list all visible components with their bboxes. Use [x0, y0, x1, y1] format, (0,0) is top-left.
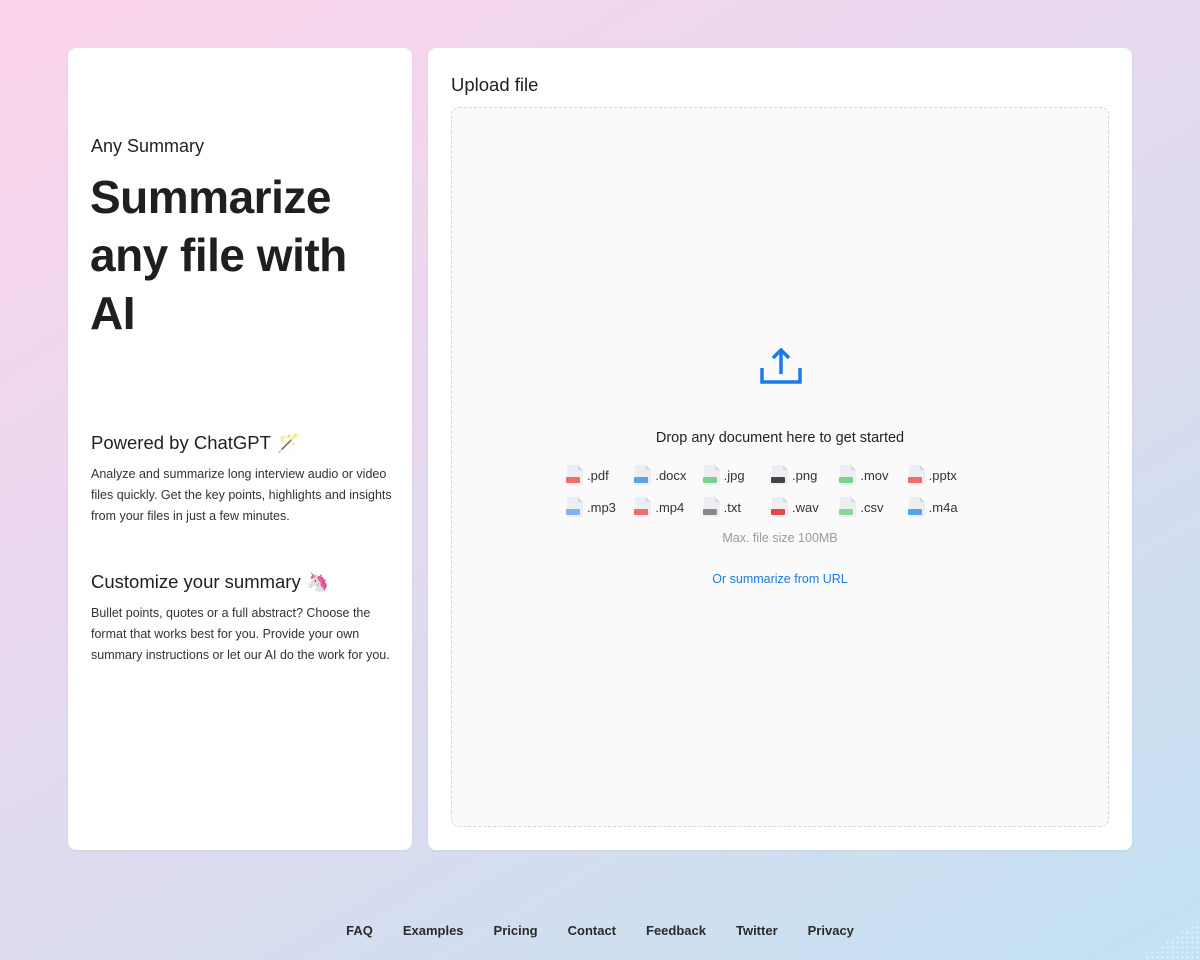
magic-wand-icon: 🪄 [276, 432, 300, 453]
file-type-item: .mp3 [566, 496, 635, 518]
drop-instructions: Drop any document here to get started [655, 430, 905, 446]
upload-panel: Upload file Drop any document here to ge… [428, 48, 1132, 850]
page-headline: Summarize any file with AI [90, 171, 347, 339]
file-type-label: .jpg [723, 467, 745, 483]
footer-link-privacy[interactable]: Privacy [808, 923, 854, 938]
footer-link-feedback[interactable]: Feedback [646, 923, 706, 938]
file-type-label: .png [792, 467, 818, 483]
footer-link-pricing[interactable]: Pricing [494, 923, 538, 938]
feature-title-text: Customize your summary [91, 571, 301, 592]
upload-title: Upload file [451, 74, 539, 95]
txt-file-icon [702, 497, 720, 517]
footer-link-twitter[interactable]: Twitter [736, 923, 778, 938]
mov-file-icon [839, 465, 857, 485]
file-type-label: .m4a [928, 499, 958, 515]
file-type-item: .jpg [702, 464, 772, 486]
summarize-from-url-link[interactable]: Or summarize from URL [452, 572, 1108, 586]
file-type-item: .m4a [907, 496, 977, 518]
mp3-file-icon [566, 497, 583, 517]
footer-link-faq[interactable]: FAQ [346, 923, 373, 938]
file-type-item: .png [771, 464, 840, 486]
docx-file-icon [634, 465, 652, 485]
wav-file-icon [771, 497, 788, 517]
feature-title-customize: Customize your summary 🦄 [91, 571, 329, 593]
file-types-row: .pdf .docx .jpg .png .mov .pptx [566, 464, 977, 486]
file-type-label: .txt [723, 499, 741, 515]
file-type-item: .mov [839, 464, 908, 486]
file-type-label: .wav [792, 499, 819, 515]
file-type-item: .docx [634, 464, 703, 486]
file-type-label: .mp4 [655, 499, 685, 515]
max-file-size: Max. file size 100MB [722, 531, 838, 545]
file-type-item: .mp4 [634, 496, 703, 518]
file-type-label: .mov [860, 467, 889, 483]
csv-file-icon [839, 497, 857, 517]
footer-link-contact[interactable]: Contact [568, 923, 616, 938]
brand-name: Any Summary [91, 136, 205, 156]
file-type-label: .pdf [587, 467, 609, 483]
m4a-file-icon [907, 497, 925, 517]
file-dropzone[interactable]: Drop any document here to get started .p… [451, 107, 1109, 827]
feature-body-customize: Bullet points, quotes or a full abstract… [91, 606, 390, 662]
pptx-file-icon [907, 465, 925, 485]
footer-nav: FAQ Examples Pricing Contact Feedback Twitter… [0, 923, 1200, 938]
footer-link-examples[interactable]: Examples [403, 923, 464, 938]
file-type-item: .txt [702, 496, 772, 518]
file-type-label: .csv [860, 499, 884, 515]
unicorn-icon: 🦄 [306, 571, 330, 592]
upload-icon [760, 348, 802, 384]
intro-panel: Any Summary Summarize any file with AI P… [68, 48, 412, 850]
file-type-item: .pptx [907, 464, 977, 486]
pdf-file-icon [566, 465, 583, 485]
feature-body-chatgpt: Analyze and summarize long interview aud… [91, 467, 392, 523]
file-type-item: .csv [839, 496, 908, 518]
feature-title-chatgpt: Powered by ChatGPT 🪄 [91, 432, 299, 454]
mp4-file-icon [634, 497, 652, 517]
file-type-item: .wav [771, 496, 840, 518]
file-type-label: .docx [655, 467, 687, 483]
png-file-icon [771, 465, 788, 485]
file-type-label: .mp3 [587, 499, 616, 515]
file-types-row: .mp3 .mp4 .txt .wav .csv .m4a [566, 496, 977, 518]
file-type-label: .pptx [928, 467, 957, 483]
file-type-item: .pdf [566, 464, 635, 486]
feature-title-text: Powered by ChatGPT [91, 432, 271, 453]
jpg-file-icon [702, 465, 720, 485]
